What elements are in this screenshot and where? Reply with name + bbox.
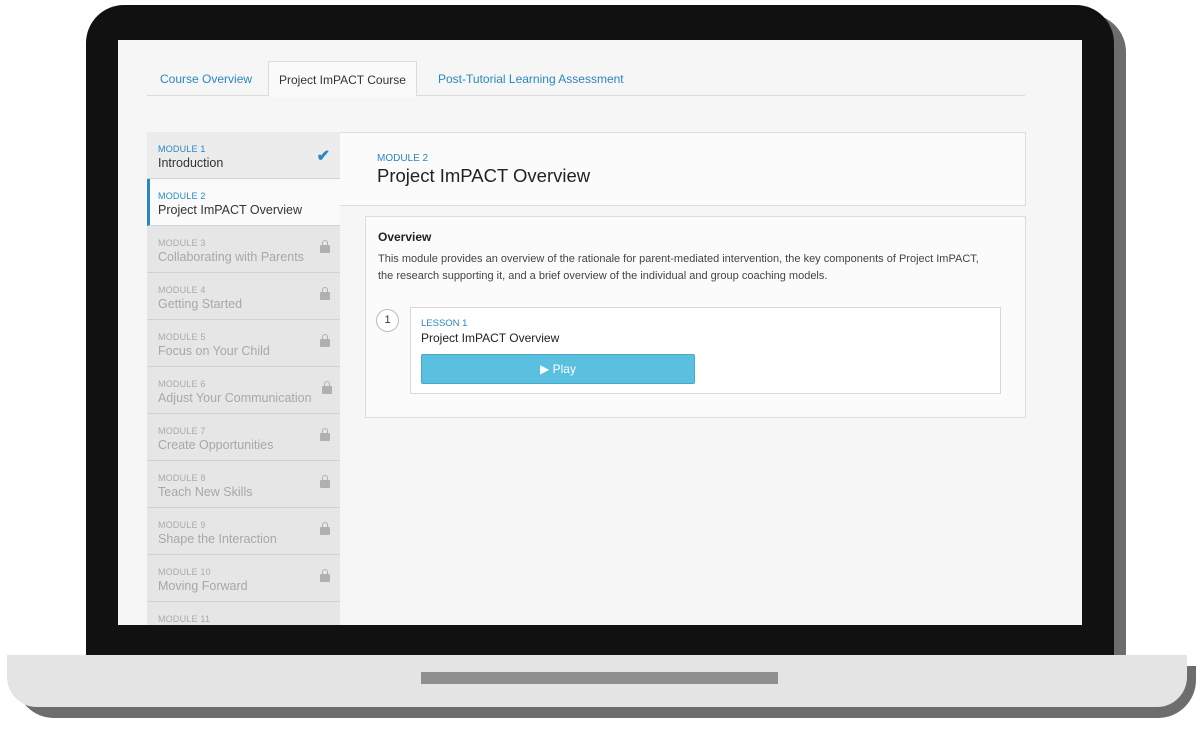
module-title: Focus on Your Child	[158, 344, 270, 358]
tab-post-tutorial-assessment[interactable]: Post-Tutorial Learning Assessment	[438, 61, 624, 95]
sidebar-item-module-6[interactable]: MODULE 6 Adjust Your Communication	[147, 367, 340, 414]
overview-description: This module provides an overview of the …	[378, 253, 979, 282]
module-number: MODULE 3	[158, 238, 206, 248]
lock-icon	[320, 569, 330, 582]
sidebar-item-module-8[interactable]: MODULE 8 Teach New Skills	[147, 461, 340, 508]
laptop-screen: Course Overview Project ImPACT Course Po…	[118, 40, 1082, 625]
module-title: Adjust Your Communication	[158, 391, 312, 405]
checkmark-icon: ✔	[316, 148, 330, 165]
lock-icon	[320, 428, 330, 441]
trackpad-slot	[421, 672, 778, 684]
sidebar-item-module-10[interactable]: MODULE 10 Moving Forward	[147, 555, 340, 602]
lock-icon	[320, 522, 330, 535]
module-title: Project ImPACT Overview	[158, 203, 303, 217]
page-title: Project ImPACT Overview	[377, 165, 591, 186]
play-button[interactable]: ▶ Play	[421, 354, 695, 384]
module-title: Teach New Skills	[158, 485, 253, 499]
sidebar-item-module-2[interactable]: MODULE 2 Project ImPACT Overview	[147, 179, 340, 226]
tab-bar: Course Overview Project ImPACT Course Po…	[147, 61, 1025, 97]
module-number: MODULE 6	[158, 379, 206, 389]
module-title: Introduction	[158, 156, 224, 170]
lesson-number: LESSON 1	[421, 318, 468, 329]
lock-icon	[320, 475, 330, 488]
lesson-title: Project ImPACT Overview	[421, 331, 560, 345]
module-number: MODULE 2	[158, 191, 206, 201]
module-number: MODULE 1	[158, 144, 206, 154]
module-number: MODULE 8	[158, 473, 206, 483]
lock-icon	[320, 334, 330, 347]
sidebar-item-module-5[interactable]: MODULE 5 Focus on Your Child	[147, 320, 340, 367]
module-number: MODULE 11	[158, 614, 211, 624]
module-title: Shape the Interaction	[158, 532, 277, 546]
overview-panel: Overview This module provides an overvie…	[365, 216, 1026, 418]
tab-project-impact-course[interactable]: Project ImPACT Course	[268, 61, 417, 97]
module-title: Create Opportunities	[158, 438, 274, 452]
module-number: MODULE 5	[158, 332, 206, 342]
module-number: MODULE 10	[158, 567, 211, 577]
module-title: Moving Forward	[158, 579, 248, 593]
module-number: MODULE 9	[158, 520, 206, 530]
sidebar-item-module-9[interactable]: MODULE 9 Shape the Interaction	[147, 508, 340, 555]
module-sidebar: MODULE 1 Introduction ✔ MODULE 2 Project…	[147, 132, 340, 625]
module-number-label: MODULE 2	[377, 153, 429, 164]
lesson-card: LESSON 1 Project ImPACT Overview ▶ Play	[410, 307, 1001, 394]
module-number: MODULE 7	[158, 426, 206, 436]
sidebar-item-module-11[interactable]: MODULE 11	[147, 602, 340, 625]
sidebar-item-module-1[interactable]: MODULE 1 Introduction ✔	[147, 132, 340, 179]
lock-icon	[322, 381, 332, 394]
sidebar-item-module-3[interactable]: MODULE 3 Collaborating with Parents	[147, 226, 340, 273]
sidebar-item-module-4[interactable]: MODULE 4 Getting Started	[147, 273, 340, 320]
module-title: Getting Started	[158, 297, 243, 311]
lock-icon	[320, 287, 330, 300]
module-title: Collaborating with Parents	[158, 250, 304, 264]
module-number: MODULE 4	[158, 285, 206, 295]
tab-course-overview[interactable]: Course Overview	[160, 61, 252, 95]
lesson-index-badge: 1	[376, 309, 399, 332]
module-header: MODULE 2 Project ImPACT Overview	[340, 132, 1026, 206]
sidebar-item-module-7[interactable]: MODULE 7 Create Opportunities	[147, 414, 340, 461]
lock-icon	[320, 240, 330, 253]
overview-heading: Overview	[378, 230, 432, 244]
